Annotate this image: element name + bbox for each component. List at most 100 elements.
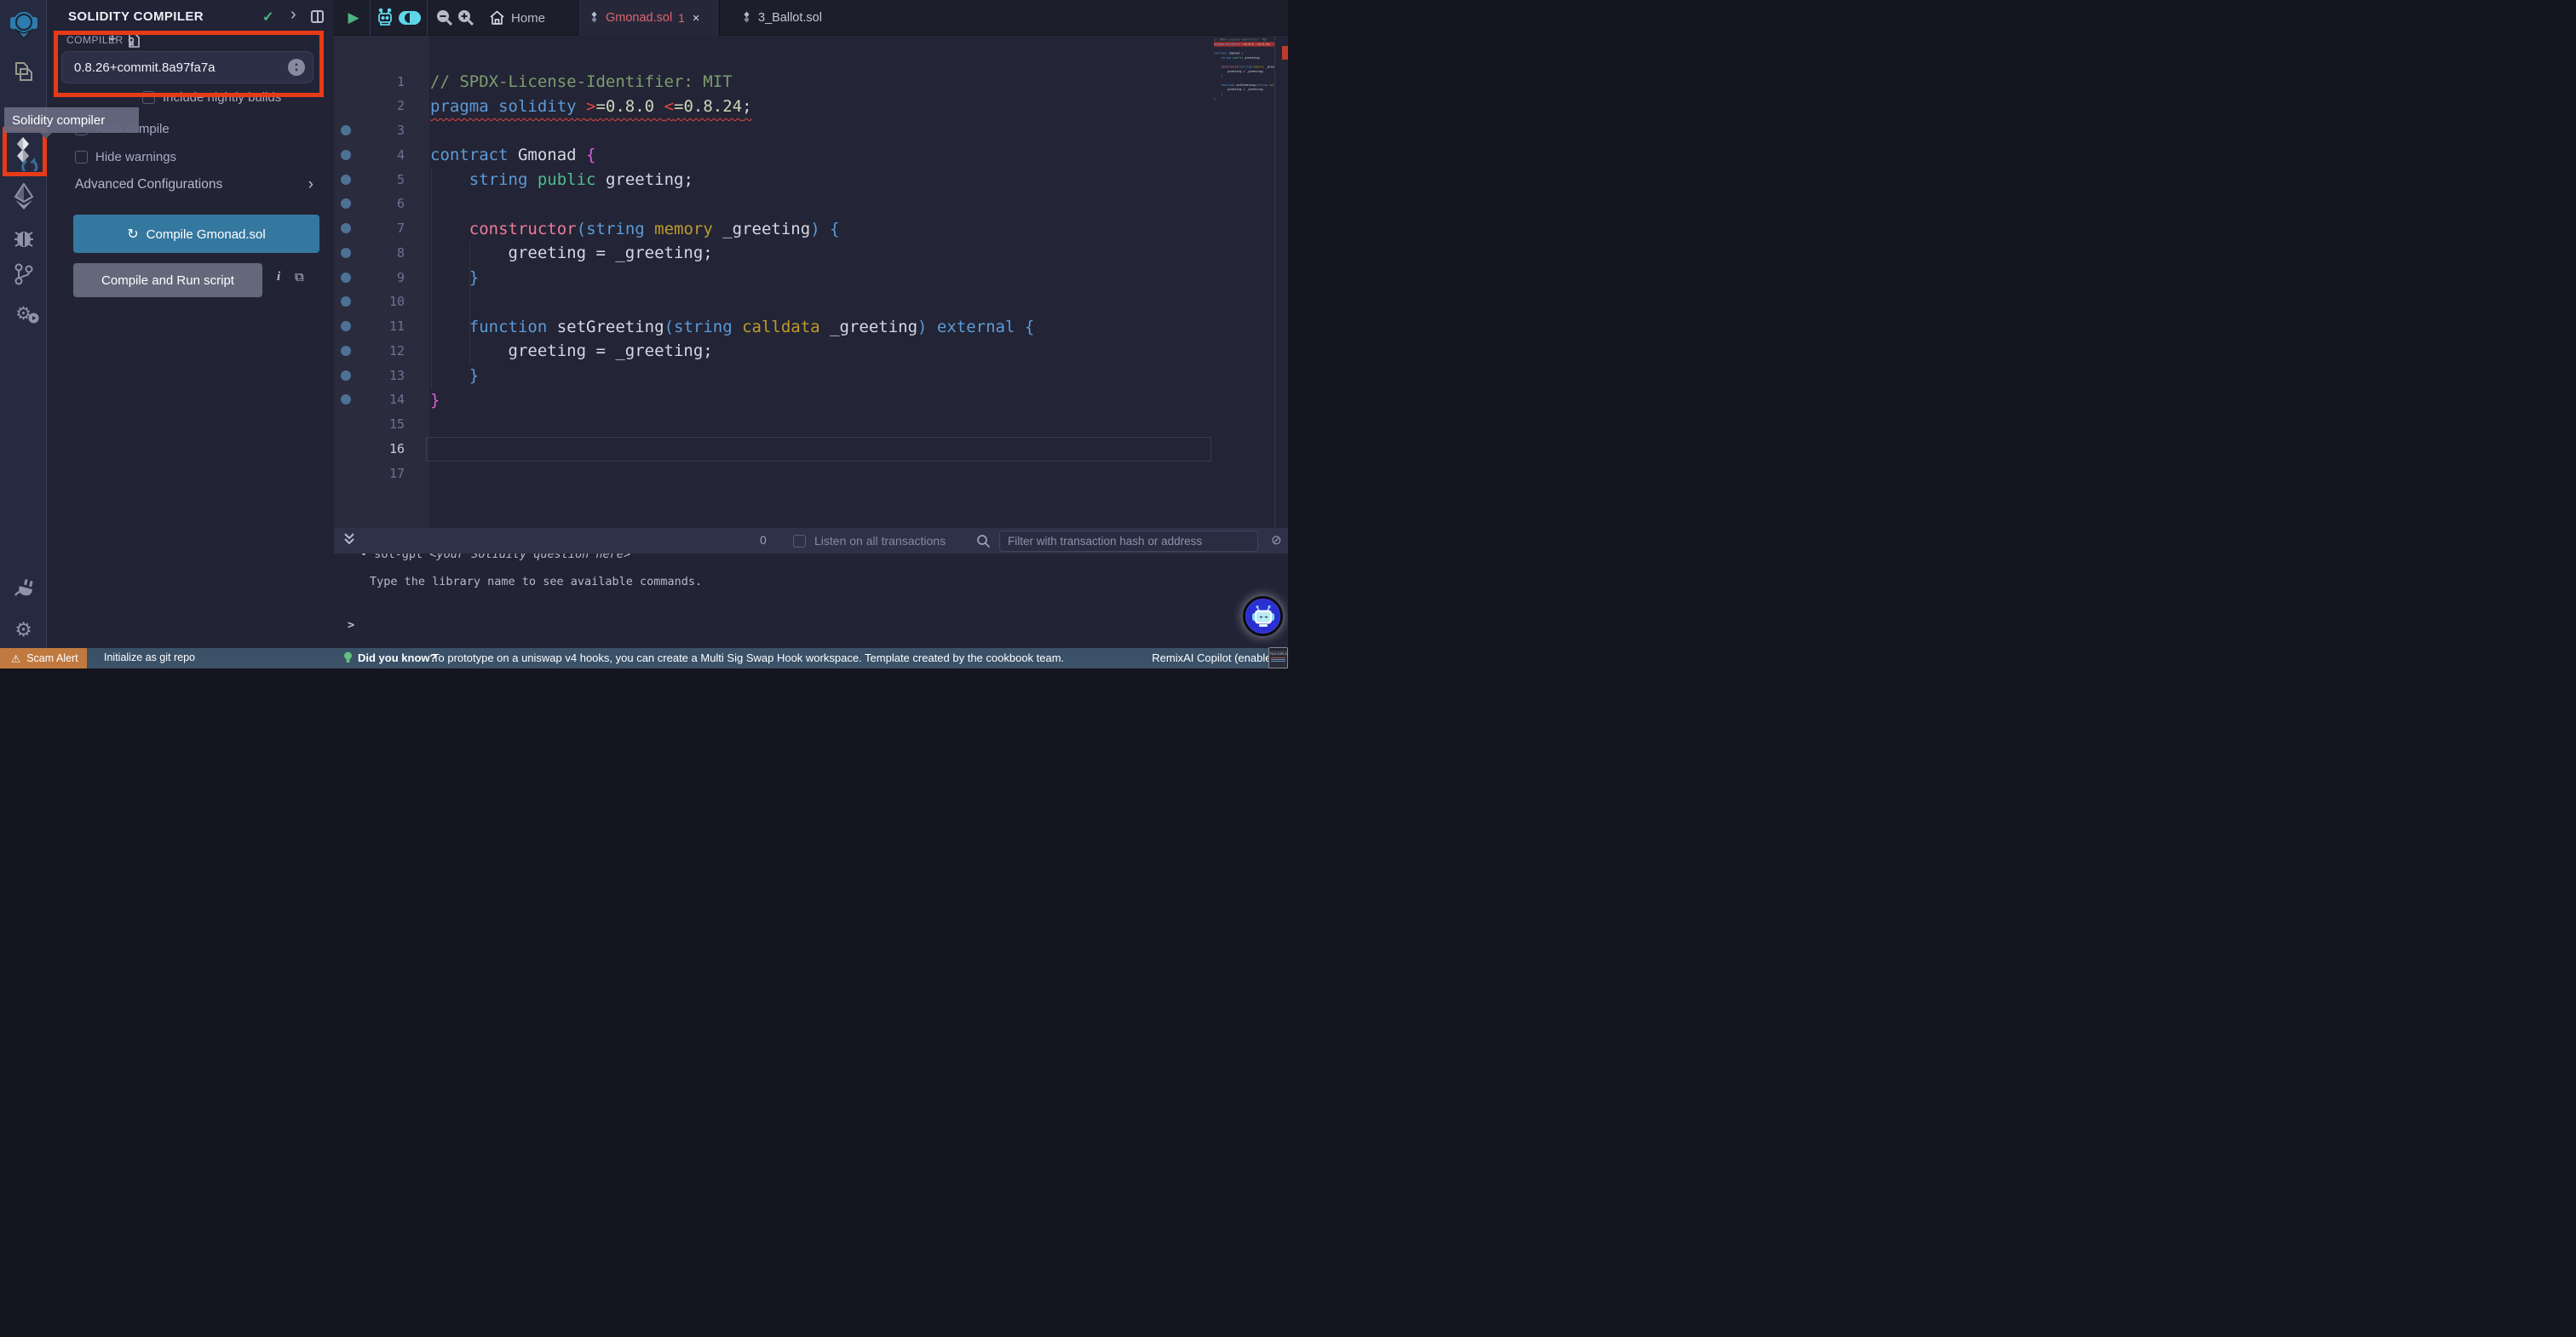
solidity-compiler-icon[interactable] — [0, 134, 47, 171]
hide-warnings-row: Hide warnings — [75, 150, 176, 164]
plugin-manager-icon[interactable] — [0, 577, 47, 598]
nightly-builds-row: Include nightly builds — [142, 90, 281, 105]
zoom-out-icon[interactable] — [434, 0, 455, 36]
compiler-version-value: 0.8.26+commit.8a97fa7a — [74, 60, 216, 75]
compile-button[interactable]: ↻ Compile Gmonad.sol — [73, 215, 319, 253]
gear-play-glyph: ⚙ — [15, 303, 39, 324]
gutter-change-dot[interactable] — [341, 272, 351, 283]
init-git-repo-button[interactable]: Initialize as git repo — [104, 651, 195, 663]
gutter-change-dot[interactable] — [341, 247, 351, 258]
file-explorer-icon[interactable] — [0, 60, 47, 83]
compiler-license-icon[interactable] — [126, 32, 141, 53]
terminal-output[interactable]: • sol-gpt <your Solidity question here> … — [334, 554, 1288, 648]
refresh-icon: ↻ — [127, 227, 139, 242]
close-tab-icon[interactable]: × — [693, 11, 700, 26]
code-line-12[interactable]: greeting = _greeting; — [430, 339, 713, 364]
did-you-know-label: Did you know? — [358, 651, 437, 664]
gutter-change-dot[interactable] — [341, 125, 351, 135]
screenshot-thumbnail[interactable]: FILE EXPLORER — [1268, 647, 1288, 668]
debugger-icon[interactable] — [0, 228, 47, 249]
line-number: 7 — [396, 221, 405, 236]
pin-panel-icon[interactable] — [311, 10, 324, 23]
advanced-configurations[interactable]: Advanced Configurations › — [75, 175, 313, 194]
listen-transactions-checkbox[interactable] — [793, 535, 806, 548]
gutter-change-dot[interactable] — [341, 345, 351, 356]
run-script-play-icon[interactable]: ▶ — [344, 0, 363, 36]
gutter-change-dot[interactable] — [341, 321, 351, 331]
gutter-change-dot[interactable] — [341, 174, 351, 185]
overview-ruler[interactable] — [1274, 36, 1288, 528]
remixai-robot-icon[interactable] — [374, 0, 396, 36]
info-icon[interactable]: i — [277, 270, 280, 284]
terminal-prompt[interactable]: > — [348, 618, 354, 632]
gutter-change-dot[interactable] — [341, 149, 351, 160]
tab-ballot-sol[interactable]: 3_Ballot.sol — [731, 0, 837, 36]
gear-glyph: ⚙ — [14, 618, 32, 640]
tip-text: To prototype on a uniswap v4 hooks, you … — [433, 651, 1065, 664]
lightbulb-icon — [343, 651, 353, 667]
line-number: 12 — [388, 342, 405, 359]
remix-logo-icon[interactable] — [0, 10, 47, 39]
code-line-14[interactable]: } — [430, 388, 440, 413]
script-runner-icon[interactable]: ⚙ — [0, 303, 47, 324]
nightly-builds-label: Include nightly builds — [163, 90, 282, 105]
code-line-8[interactable]: greeting = _greeting; — [430, 241, 713, 266]
solidity-compiler-tooltip: Solidity compiler — [4, 107, 139, 139]
minimap[interactable]: // SPDX-License-Identifier: MIT pragma so… — [1214, 37, 1274, 140]
code-editor[interactable]: 1 2 3 4 5 6 7 8 9 10 11 12 13 14 15 16 17 // SPDX-Licens… — [334, 36, 1288, 528]
nightly-builds-checkbox[interactable] — [142, 91, 155, 104]
git-icon[interactable] — [0, 262, 47, 286]
compile-and-run-button[interactable]: Compile and Run script — [73, 263, 262, 297]
line-number: 16 — [388, 440, 405, 456]
remix-ide-window: ⚙ ⚙ SOLIDITY COMPILER ✓ › COMPILER + 0.8… — [0, 0, 1288, 668]
line-number: 11 — [388, 318, 405, 334]
terminal-line: Type the library name to see available c… — [370, 575, 703, 588]
code-line-7[interactable]: constructor(string memory _greeting) { — [430, 217, 840, 242]
tab-home[interactable]: Home — [507, 0, 549, 36]
line-number: 10 — [388, 294, 405, 310]
gutter-change-dot[interactable] — [341, 198, 351, 209]
line-number: 15 — [388, 416, 405, 432]
collapse-terminal-icon[interactable] — [342, 531, 356, 551]
gutter-change-dot[interactable] — [341, 370, 351, 381]
deploy-run-icon[interactable] — [0, 183, 47, 210]
hide-warnings-checkbox[interactable] — [75, 151, 88, 164]
scam-alert-button[interactable]: ⚠ Scam Alert — [0, 648, 87, 668]
hide-warnings-label: Hide warnings — [95, 150, 177, 164]
tab-label: Gmonad.sol — [606, 11, 673, 25]
line-number: 6 — [396, 196, 405, 212]
activity-bar: ⚙ ⚙ — [0, 0, 47, 648]
gutter-change-dot[interactable] — [341, 296, 351, 307]
warning-icon: ⚠ — [11, 652, 21, 665]
code-line-1[interactable]: // SPDX-License-Identifier: MIT — [430, 70, 733, 95]
home-icon[interactable] — [487, 0, 506, 36]
code-line-13[interactable]: } — [430, 364, 479, 388]
compiler-version-select[interactable]: 0.8.26+commit.8a97fa7a ▲ ▼ — [61, 51, 313, 83]
code-line-9[interactable]: } — [430, 266, 479, 290]
code-line-5[interactable]: string public greeting; — [430, 168, 693, 192]
add-compiler-icon[interactable]: + — [108, 31, 117, 48]
tab-gmonad-sol[interactable]: Gmonad.sol 1 × — [578, 0, 720, 36]
transaction-filter-input[interactable] — [999, 531, 1258, 552]
copilot-toggle-icon[interactable] — [397, 0, 423, 36]
copilot-status-label[interactable]: RemixAI Copilot (enabled) — [1152, 651, 1281, 664]
solidity-compiler-panel: SOLIDITY COMPILER ✓ › COMPILER + 0.8.26+… — [47, 0, 334, 648]
copy-icon[interactable]: ⧉ — [295, 270, 304, 284]
line-number: 3 — [396, 123, 405, 138]
terminal: 0 Listen on all transactions ⊘ • sol-gpt… — [334, 528, 1288, 648]
code-line-2[interactable]: pragma solidity >=0.8.0 <=0.8.24; — [430, 95, 752, 119]
panel-forward-icon[interactable]: › — [290, 5, 296, 25]
terminal-search-icon[interactable] — [976, 534, 991, 553]
clear-console-icon[interactable]: ⊘ — [1271, 532, 1282, 548]
settings-icon[interactable]: ⚙ — [0, 618, 47, 641]
transaction-count: 0 — [760, 533, 767, 547]
solidity-file-icon — [591, 11, 597, 23]
scam-alert-label: Scam Alert — [26, 652, 78, 664]
code-line-4[interactable]: contract Gmonad { — [430, 143, 595, 168]
zoom-in-icon[interactable] — [456, 0, 476, 36]
remixai-copilot-button[interactable] — [1243, 596, 1283, 636]
gutter-change-dot[interactable] — [341, 223, 351, 233]
code-line-11[interactable]: function setGreeting(string calldata _gr… — [430, 315, 1035, 340]
gutter-change-dot[interactable] — [341, 394, 351, 405]
line-number: 1 — [396, 73, 405, 89]
